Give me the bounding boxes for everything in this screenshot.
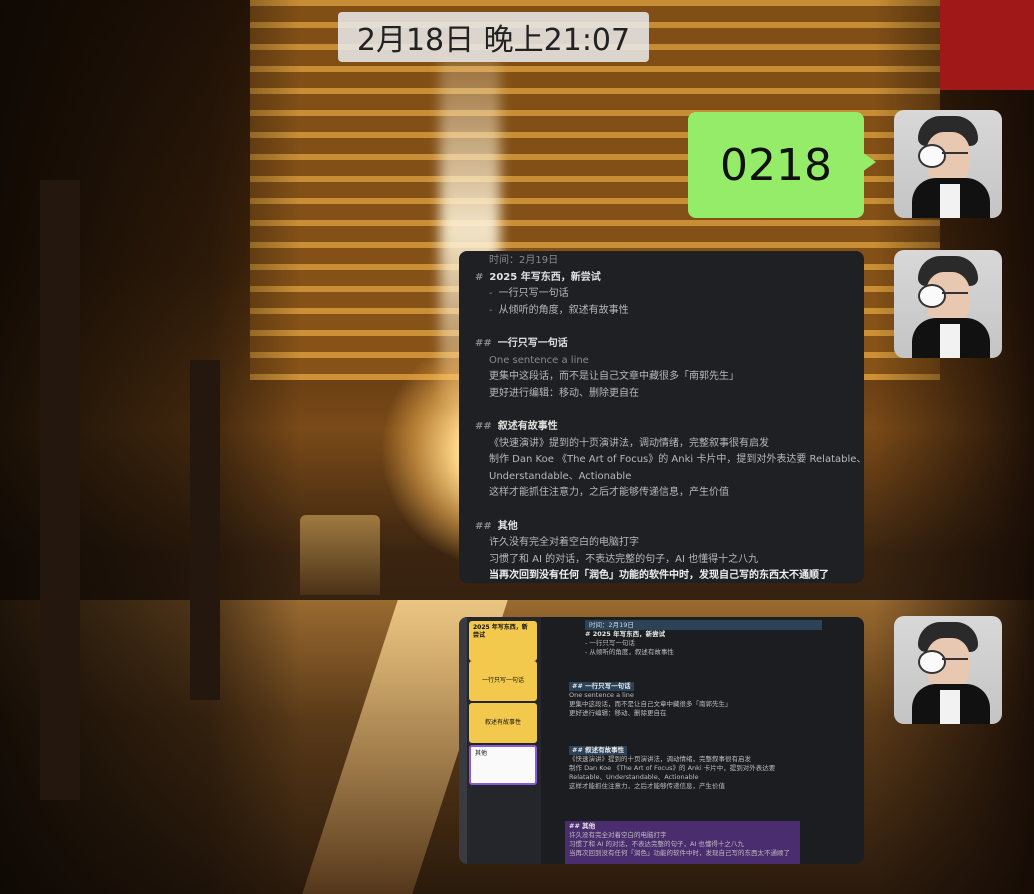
note-line: 许久没有完全对着空白的电脑打字: [489, 537, 639, 549]
note-line: Understandable、Actionable: [489, 470, 632, 482]
heading-marker: #: [475, 271, 484, 283]
note-meta: 时间：2月19日: [489, 255, 559, 266]
note-bullet: - 从倾听的角度，叙述有故事性: [459, 303, 864, 320]
canvas-block-title: ## 叙述有故事性: [569, 746, 628, 755]
heading-text: 其他: [497, 520, 518, 532]
canvas-card-column: 2025 年写东西，新尝试 一行只写一句话 叙述有故事性 其他: [467, 617, 541, 864]
canvas-area: 时间：2月19日 # 2025 年写东西，新尝试 - 一行只写一句话 - 从倾听…: [541, 617, 864, 864]
user-avatar[interactable]: [894, 616, 1002, 724]
note-heading: ## 其他: [459, 519, 864, 536]
note-heading: ## 叙述有故事性: [459, 419, 864, 436]
canvas-line: 制作 Dan Koe 《The Art of Focus》的 Anki 卡片中，…: [569, 764, 776, 772]
user-avatar[interactable]: [894, 250, 1002, 358]
canvas-card: 2025 年写东西，新尝试: [469, 621, 537, 661]
heading-text: 2025 年写东西，新尝试: [489, 271, 601, 283]
image-message-note-editor[interactable]: 时间：2月19日 #2025 年写东西，新尝试 - 一行只写一句话 - 从倾听的角度，叙述…: [459, 251, 864, 583]
canvas-line: 这样才能抓住注意力，之后才能够传递信息，产生价值: [569, 782, 725, 790]
canvas-block: ## 一行只写一句话 One sentence a line 更集中这段话，而不…: [565, 681, 815, 719]
canvas-line: Relatable、Understandable、Actionable: [569, 773, 699, 781]
canvas-block-title: ## 其他: [569, 822, 596, 830]
pillar-left: [40, 180, 80, 800]
canvas-ribbon: 时间：2月19日: [585, 620, 822, 630]
heading-marker: ##: [475, 420, 492, 432]
canvas-card-selected: 其他: [469, 745, 537, 785]
note-heading: ## 一行只写一句话: [459, 336, 864, 353]
canvas-line: 《快速演讲》提到的十页演讲法，调动情绪，完整叙事很有启发: [569, 755, 751, 763]
canvas-line: 当再次回到没有任何「润色」功能的软件中时，发现自己写的东西太不通顺了: [569, 849, 790, 857]
note-line: 制作 Dan Koe 《The Art of Focus》的 Anki 卡片中，…: [489, 454, 864, 466]
canvas-line: # 2025 年写东西，新尝试: [585, 630, 666, 638]
bullet-dash-icon: -: [489, 304, 493, 316]
canvas-line: 习惯了和 AI 的对话，不表达完整的句子，AI 也懂得十之八九: [569, 840, 744, 848]
note-line-current: 当再次回到没有任何「润色」功能的软件中时，发现自己写的东西太不通顺了: [489, 570, 829, 582]
canvas-card: 叙述有故事性: [469, 703, 537, 743]
image-message-canvas-view[interactable]: 2025 年写东西，新尝试 一行只写一句话 叙述有故事性 其他 时间：2月19日…: [459, 617, 864, 864]
note-heading: #2025 年写东西，新尝试: [459, 270, 864, 287]
note-blank-line: [459, 319, 864, 336]
chat-timestamp: 2月18日 晚上21:07: [338, 12, 649, 62]
note-line: 更好进行编辑：移动、删除更自在: [489, 387, 639, 399]
note-line: 这样才能抓住注意力，之后才能够传递信息，产生价值: [489, 487, 729, 499]
canvas-line: 更集中这段话，而不是让自己文章中藏很多「南郭先生」: [569, 700, 732, 708]
heading-text: 叙述有故事性: [497, 420, 558, 432]
note-blank-line: [459, 502, 864, 519]
note-line: 更集中这段话，而不是让自己文章中藏很多「南郭先生」: [489, 371, 739, 383]
user-avatar[interactable]: [894, 110, 1002, 218]
note-line: 《快速演讲》提到的十页演讲法，调动情绪，完整叙事很有启发: [489, 437, 769, 449]
bullet-text: 从倾听的角度，叙述有故事性: [498, 304, 629, 316]
canvas-line: 许久没有完全对着空白的电脑打字: [569, 831, 667, 839]
canvas-line: - 一行只写一句话: [585, 639, 635, 647]
message-bubble-text[interactable]: 0218: [688, 112, 864, 218]
note-blank-line: [459, 402, 864, 419]
eye-patch-icon: [918, 144, 946, 168]
heading-text: 一行只写一句话: [497, 337, 568, 349]
canvas-block-title: ## 一行只写一句话: [569, 682, 634, 691]
note-bullet: - 一行只写一句话: [459, 286, 864, 303]
canvas-card: 一行只写一句话: [469, 661, 537, 701]
heading-marker: ##: [475, 337, 492, 349]
train: [300, 515, 380, 595]
bullet-dash-icon: -: [489, 288, 493, 300]
canvas-line: 更好进行编辑：移动、删除更自在: [569, 709, 667, 717]
pillar-mid: [190, 360, 220, 700]
canvas-gutter: [459, 617, 467, 864]
canvas-block-selected: ## 其他 许久没有完全对着空白的电脑打字 习惯了和 AI 的对话，不表达完整的…: [565, 821, 800, 864]
note-line: 习惯了和 AI 的对话，不表达完整的句子，AI 也懂得十之八九: [489, 553, 759, 565]
heading-marker: ##: [475, 520, 492, 532]
note-line: One sentence a line: [489, 354, 589, 366]
canvas-block: ## 叙述有故事性 《快速演讲》提到的十页演讲法，调动情绪，完整叙事很有启发 制…: [565, 745, 847, 792]
canvas-line: One sentence a line: [569, 691, 634, 699]
canvas-line: - 从倾听的角度，叙述有故事性: [585, 648, 674, 656]
eye-patch-icon: [918, 284, 946, 308]
bubble-tail: [862, 152, 876, 172]
bullet-text: 一行只写一句话: [498, 288, 569, 300]
eye-patch-icon: [918, 650, 946, 674]
red-sign: [940, 0, 1034, 90]
canvas-block-head: 时间：2月19日 # 2025 年写东西，新尝试 - 一行只写一句话 - 从倾听…: [581, 619, 826, 658]
